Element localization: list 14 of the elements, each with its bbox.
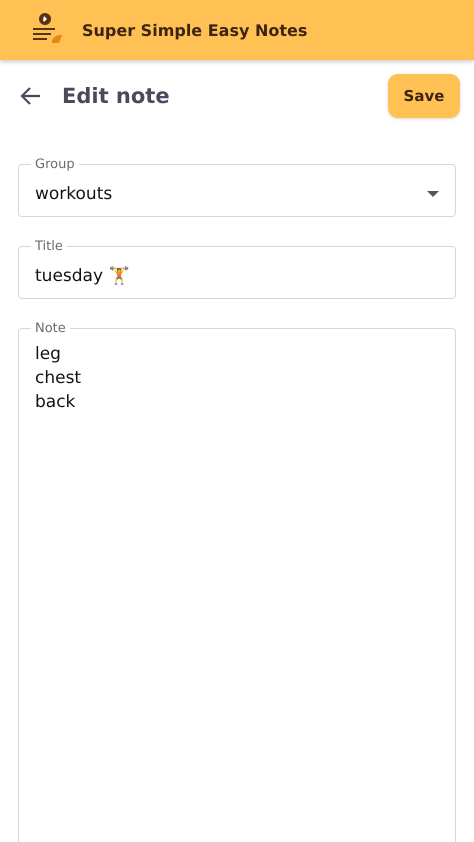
page-title: Edit note — [62, 84, 171, 108]
save-button[interactable]: Save — [388, 74, 460, 118]
field-value: workouts — [35, 183, 114, 206]
back-arrow-icon[interactable] — [20, 86, 42, 106]
dropdown-caret-icon — [427, 191, 439, 197]
group-dropdown[interactable]: Group workouts — [18, 157, 456, 217]
title-field[interactable]: Title tuesday 🏋 — [18, 239, 456, 299]
app-title: Super Simple Easy Notes — [82, 20, 308, 40]
note-field[interactable]: Note leg chest back — [18, 321, 456, 842]
field-label: Note — [34, 321, 67, 336]
field-value: leg chest back — [35, 343, 82, 414]
field-label: Title — [34, 239, 64, 254]
field-value: tuesday 🏋 — [35, 265, 130, 288]
field-label: Group — [34, 157, 76, 172]
